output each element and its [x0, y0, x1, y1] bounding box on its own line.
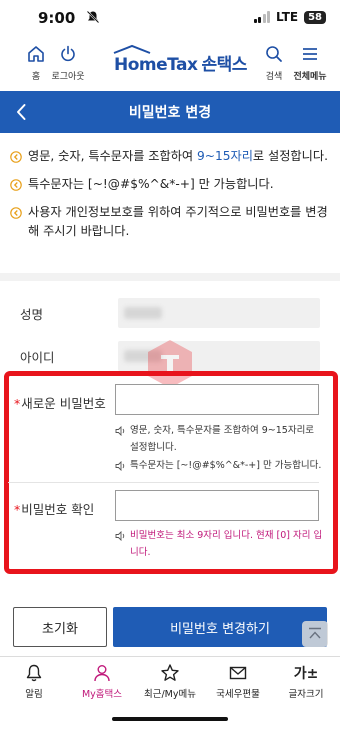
new-password-label: *새로운 비밀번호 [14, 396, 106, 411]
logout-button[interactable]: 로그아웃 [46, 44, 90, 82]
signal-icon [253, 11, 271, 23]
notice-text: 사용자 개인정보보호를 위하여 주기적으로 비밀번호를 변경해 주시기 바랍니다… [28, 205, 328, 238]
new-password-input[interactable] [115, 384, 319, 415]
status-time: 9:00 [38, 9, 76, 27]
notice-highlight: 9~15자리 [197, 149, 253, 163]
star-icon [161, 664, 179, 681]
logo-en: HomeTax [114, 55, 198, 75]
app-header: 홈 로그아웃 HomeTax 손택스 검색 전체메뉴 [0, 44, 340, 90]
scroll-to-top-icon[interactable] [302, 621, 328, 647]
nav-item-tax-mail[interactable]: 국세우편물 [204, 657, 272, 702]
confirm-password-input[interactable] [115, 490, 319, 521]
notice-text: 특수문자는 [~!@#$%^&*-+] 만 가능합니다. [28, 177, 274, 191]
confirm-password-label: *비밀번호 확인 [14, 502, 95, 517]
search-icon [266, 46, 282, 62]
notice-list: 영문, 숫자, 특수문자를 조합하여 9~15자리로 설정합니다. 특수문자는 … [10, 147, 330, 250]
hometax-logo[interactable]: HomeTax 손택스 [113, 44, 248, 75]
nav-item-alerts[interactable]: 알림 [0, 657, 68, 702]
section-divider [0, 273, 340, 281]
logo-roof-icon [113, 44, 151, 54]
logout-label: 로그아웃 [51, 72, 85, 82]
info-circle-icon [10, 206, 22, 219]
power-icon [61, 45, 75, 62]
name-value-field [118, 298, 320, 328]
menu-button[interactable]: 전체메뉴 [288, 44, 332, 82]
redacted-name [124, 307, 162, 319]
reset-button[interactable]: 초기화 [13, 607, 107, 647]
bell-muted-icon [86, 10, 100, 24]
info-circle-icon [10, 150, 22, 163]
home-indicator [112, 717, 228, 721]
status-bar: 9:00 LTE 58 [0, 0, 340, 34]
speaker-icon [115, 426, 125, 436]
title-bar: 비밀번호 변경 [0, 91, 340, 133]
notice-item: 사용자 개인정보보호를 위하여 주기적으로 비밀번호를 변경해 주시기 바랍니다… [10, 203, 330, 241]
notice-item: 영문, 숫자, 특수문자를 조합하여 9~15자리로 설정합니다. [10, 147, 330, 166]
bell-icon [26, 664, 42, 682]
notice-item: 특수문자는 [~!@#$%^&*-+] 만 가능합니다. [10, 175, 330, 194]
logo-ko: 손택스 [201, 55, 248, 75]
font-size-icon: 가± [293, 666, 319, 682]
nav-item-font-size[interactable]: 가± 글자크기 [272, 657, 340, 702]
speaker-icon [115, 531, 125, 541]
status-indicators: LTE 58 [253, 10, 326, 24]
row-divider [8, 482, 319, 483]
new-password-hint: 특수문자는 [~!@#$%^&*-+] 만 가능합니다. [115, 458, 325, 475]
nav-item-recent-menu[interactable]: 최근/My메뉴 [136, 657, 204, 702]
name-row: 성명 [20, 298, 320, 328]
person-icon [94, 665, 110, 682]
notice-text: 영문, 숫자, 특수문자를 조합하여 9~15자리로 설정합니다. [28, 149, 328, 163]
id-label: 아이디 [20, 350, 55, 365]
hamburger-icon [303, 48, 317, 60]
menu-label: 전체메뉴 [293, 72, 327, 82]
battery-icon: 58 [304, 10, 326, 24]
change-password-button[interactable]: 비밀번호 변경하기 [113, 607, 327, 647]
mail-icon [229, 666, 247, 680]
home-icon [28, 46, 44, 62]
network-label: LTE [276, 10, 299, 24]
nav-item-my-hometax[interactable]: My홈택스 [68, 657, 136, 702]
name-label: 성명 [20, 307, 44, 322]
new-password-hint: 영문, 숫자, 특수문자를 조합하여 9~15자리로 설정합니다. [115, 423, 325, 456]
bottom-nav: 알림 My홈택스 최근/My메뉴 국세우편물 가± 글자크기 [0, 656, 340, 702]
confirm-password-error: 비밀번호는 최소 9자리 입니다. 현재 [0] 자리 입니다. [115, 528, 325, 561]
page-title: 비밀번호 변경 [128, 105, 212, 121]
speaker-icon [115, 461, 125, 471]
info-circle-icon [10, 178, 22, 191]
